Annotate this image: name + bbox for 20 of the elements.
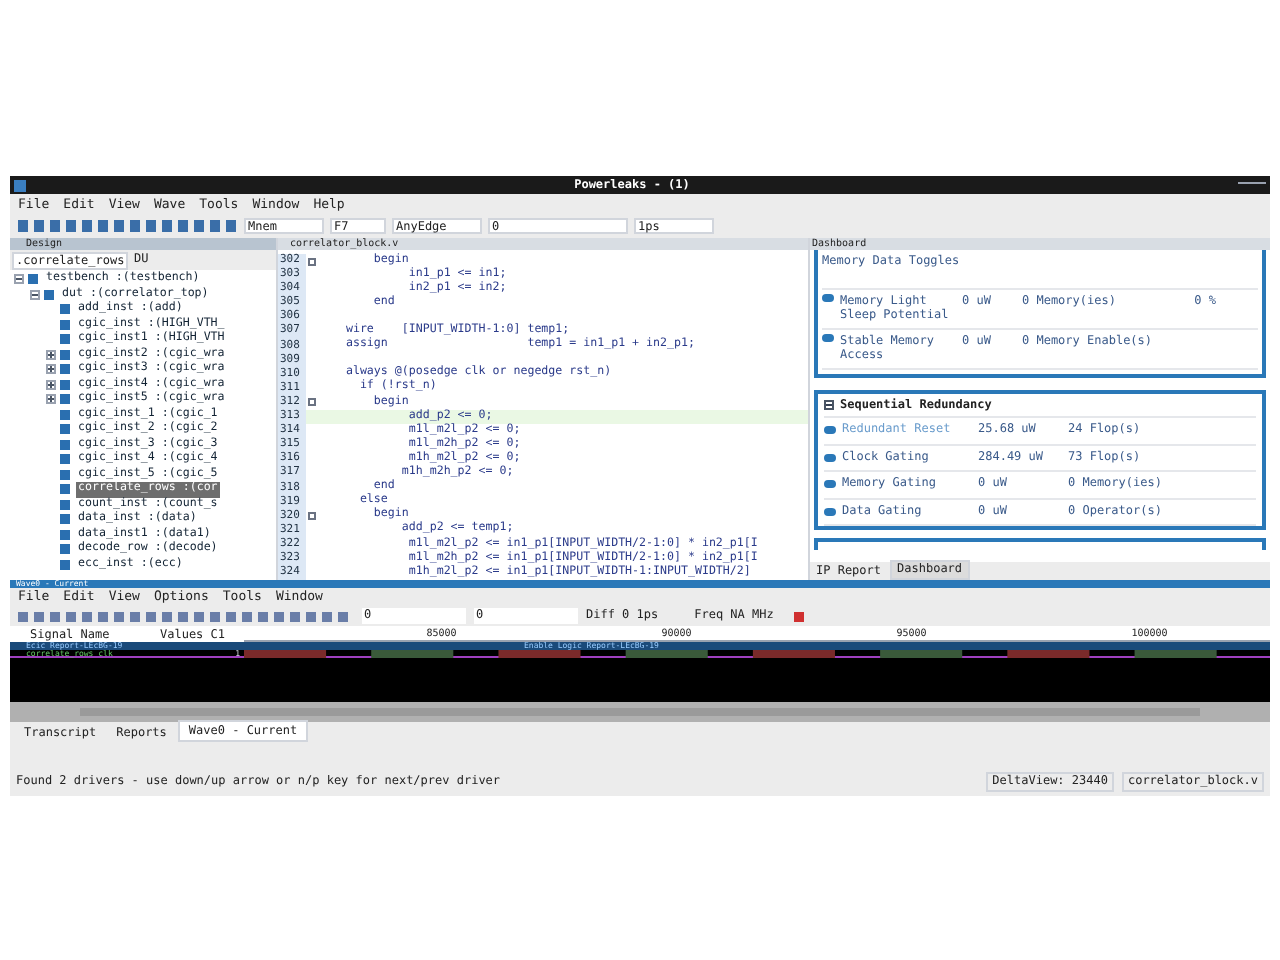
expander-icon[interactable] [46,394,56,405]
bullet-icon [824,453,836,462]
app-logo-icon [14,179,26,191]
bullet-icon [824,480,836,489]
toolbar-icons-drawing[interactable] [18,220,238,232]
filter-icon[interactable] [793,611,804,621]
fold-icon[interactable] [308,398,316,407]
fold-icon[interactable] [308,512,316,521]
expander-icon[interactable] [14,274,24,285]
wave-toolbar-icons-drawing[interactable] [18,611,354,621]
bullet-icon [822,294,834,302]
bullet-icon [824,426,836,435]
expander-icon[interactable] [46,364,56,375]
expander-icon[interactable] [46,349,56,360]
expander-icon[interactable] [46,379,56,390]
bullet-icon [822,334,834,342]
collapse-icon[interactable] [824,400,834,410]
fold-icon[interactable] [308,257,316,266]
bullet-icon [824,507,836,516]
expander-icon[interactable] [30,289,40,300]
